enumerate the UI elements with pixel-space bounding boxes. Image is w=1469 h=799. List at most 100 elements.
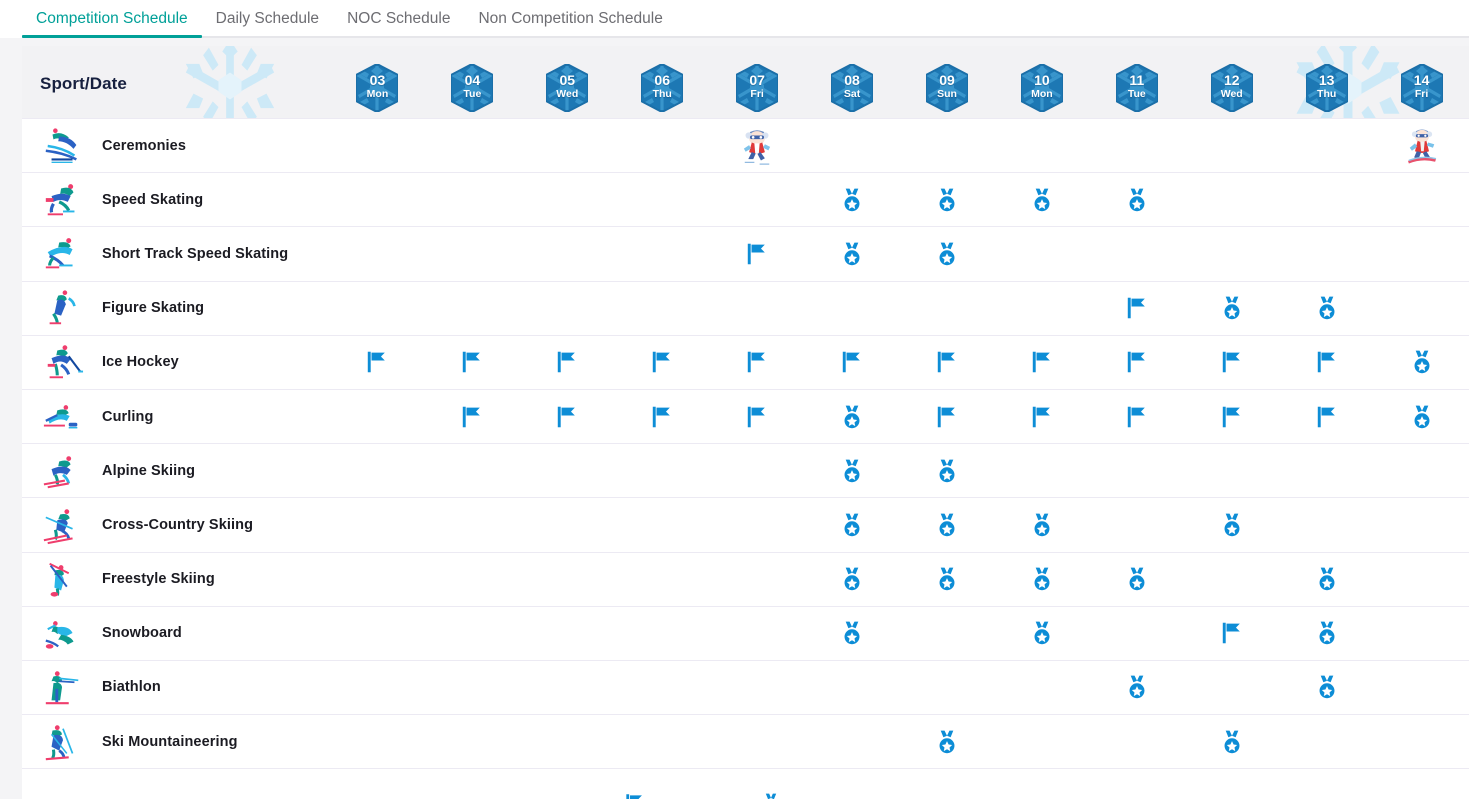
- schedule-cell-flag-icon[interactable]: [1279, 390, 1374, 443]
- schedule-cell-flag-icon[interactable]: [425, 336, 520, 389]
- date-header-07[interactable]: 07Fri: [710, 64, 805, 112]
- table-row: Ceremonies: [22, 118, 1469, 172]
- table-row: Cross-Country Skiing: [22, 497, 1469, 551]
- sport-name: Short Track Speed Skating: [102, 246, 288, 262]
- schedule-cell-flag-icon[interactable]: [710, 227, 805, 280]
- schedule-cell-flag-icon[interactable]: [710, 390, 805, 443]
- schedule-cell-empty-cell: [330, 498, 425, 551]
- date-day-number: 09: [926, 73, 968, 87]
- date-header-11[interactable]: 11Tue: [1089, 64, 1184, 112]
- schedule-cell-medal-icon[interactable]: [1184, 715, 1279, 768]
- schedule-cell-mascot-skater-icon[interactable]: [710, 119, 805, 172]
- schedule-cell-medal-icon[interactable]: [994, 173, 1089, 226]
- schedule-cell-flag-icon[interactable]: [615, 390, 710, 443]
- tab-noc-schedule[interactable]: NOC Schedule: [333, 0, 464, 38]
- schedule-cell-flag-icon[interactable]: [1089, 282, 1184, 335]
- table-row: Ice Hockey: [22, 335, 1469, 389]
- schedule-cell-flag-icon[interactable]: [1089, 390, 1184, 443]
- schedule-cell-medal-icon[interactable]: [900, 173, 995, 226]
- schedule-cell-medal-icon[interactable]: [805, 390, 900, 443]
- schedule-cell-medal-icon[interactable]: [1089, 661, 1184, 714]
- schedule-cell-medal-icon[interactable]: [1089, 553, 1184, 606]
- schedule-cell-empty-cell: [1279, 498, 1374, 551]
- schedule-cell-flag-icon[interactable]: [330, 336, 425, 389]
- schedule-cell-medal-icon[interactable]: [805, 553, 900, 606]
- schedule-cell-medal-icon[interactable]: [994, 607, 1089, 660]
- date-header-08[interactable]: 08Sat: [805, 64, 900, 112]
- schedule-cell-flag-icon[interactable]: [900, 336, 995, 389]
- schedule-cell-medal-icon[interactable]: [1184, 282, 1279, 335]
- date-header-12[interactable]: 12Wed: [1184, 64, 1279, 112]
- schedule-cell-medal-icon[interactable]: [1374, 390, 1469, 443]
- schedule-cell-flag-icon[interactable]: [900, 390, 995, 443]
- tab-non-competition-schedule[interactable]: Non Competition Schedule: [464, 0, 676, 38]
- schedule-cell-empty-cell: [1374, 444, 1469, 497]
- schedule-cell-flag-icon[interactable]: [425, 390, 520, 443]
- schedule-cell-medal-icon[interactable]: [1279, 607, 1374, 660]
- schedule-cell-medal-icon[interactable]: [805, 444, 900, 497]
- schedule-cell-medal-icon[interactable]: [1374, 336, 1469, 389]
- schedule-cell-empty-cell: [710, 661, 805, 714]
- schedule-cell-flag-icon[interactable]: [1184, 390, 1279, 443]
- schedule-cell-medal-icon[interactable]: [805, 498, 900, 551]
- schedule-cell-empty-cell: [994, 444, 1089, 497]
- date-day-number: 08: [831, 73, 873, 87]
- schedule-cell-flag-icon[interactable]: [1184, 607, 1279, 660]
- schedule-cell-medal-icon[interactable]: [1279, 282, 1374, 335]
- schedule-cell-flag-icon[interactable]: [615, 336, 710, 389]
- schedule-cell-flag-icon[interactable]: [710, 336, 805, 389]
- schedule-cell-medal-icon[interactable]: [900, 553, 995, 606]
- date-hex-badge: 07Fri: [736, 64, 778, 112]
- date-day-number: 10: [1021, 73, 1063, 87]
- sport-day-cells: [330, 390, 1469, 443]
- schedule-cell-medal-icon[interactable]: [900, 715, 995, 768]
- schedule-cell-medal-icon[interactable]: [805, 227, 900, 280]
- date-header-04[interactable]: 04Tue: [425, 64, 520, 112]
- schedule-cell-flag-icon[interactable]: [520, 390, 615, 443]
- sport-day-cells: [330, 227, 1469, 280]
- tab-competition-schedule[interactable]: Competition Schedule: [22, 0, 202, 38]
- schedule-cell-medal-icon[interactable]: [1279, 553, 1374, 606]
- schedule-cell-medal-icon[interactable]: [805, 607, 900, 660]
- schedule-cell-mascot-snowboarder-icon[interactable]: [1374, 119, 1469, 172]
- schedule-cell-empty-cell: [805, 715, 900, 768]
- schedule-cell-empty-cell: [520, 715, 615, 768]
- schedule-cell-flag-icon[interactable]: [520, 336, 615, 389]
- sport-day-cells: [330, 173, 1469, 226]
- schedule-cell-medal-icon[interactable]: [1279, 661, 1374, 714]
- schedule-cell-empty-cell: [1279, 715, 1374, 768]
- tab-daily-schedule[interactable]: Daily Schedule: [202, 0, 333, 38]
- sport-name: Snowboard: [102, 625, 182, 641]
- schedule-cell-flag-icon[interactable]: [1089, 336, 1184, 389]
- sport-name: Ski Mountaineering: [102, 734, 238, 750]
- schedule-cell-medal-icon[interactable]: [900, 227, 995, 280]
- date-header-13[interactable]: 13Thu: [1279, 64, 1374, 112]
- schedule-cell-empty-cell: [615, 227, 710, 280]
- schedule-cell-flag-icon[interactable]: [994, 336, 1089, 389]
- schedule-cell-medal-icon[interactable]: [1184, 498, 1279, 551]
- schedule-cell-medal-icon[interactable]: [900, 444, 995, 497]
- schedule-cell-medal-icon[interactable]: [1089, 173, 1184, 226]
- date-header-03[interactable]: February03Mon: [330, 64, 425, 112]
- schedule-cell-medal-icon[interactable]: [994, 553, 1089, 606]
- schedule-cell-empty-cell: [1374, 173, 1469, 226]
- date-header-06[interactable]: 06Thu: [615, 64, 710, 112]
- schedule-cell-medal-icon[interactable]: [994, 498, 1089, 551]
- pictogram-ski-mountaineering: [40, 721, 86, 763]
- schedule-cell-flag-icon[interactable]: [1279, 336, 1374, 389]
- schedule-cell-flag-icon[interactable]: [805, 336, 900, 389]
- schedule-cell-medal-icon[interactable]: [805, 173, 900, 226]
- sport-name: Curling: [102, 409, 153, 425]
- schedule-cell-flag-icon[interactable]: [1184, 336, 1279, 389]
- date-day-number: 06: [641, 73, 683, 87]
- date-header-05[interactable]: 05Wed: [520, 64, 615, 112]
- schedule-cell-medal-icon[interactable]: [900, 498, 995, 551]
- date-header-10[interactable]: 10Mon: [994, 64, 1089, 112]
- date-header-09[interactable]: 09Sun: [900, 64, 995, 112]
- date-header-14[interactable]: 14Fri: [1374, 64, 1469, 112]
- schedule-cell-empty-cell: [994, 227, 1089, 280]
- schedule-cell-empty-cell: [1279, 227, 1374, 280]
- sport-name: Alpine Skiing: [102, 463, 195, 479]
- schedule-cell-empty-cell: [425, 607, 520, 660]
- schedule-cell-flag-icon[interactable]: [994, 390, 1089, 443]
